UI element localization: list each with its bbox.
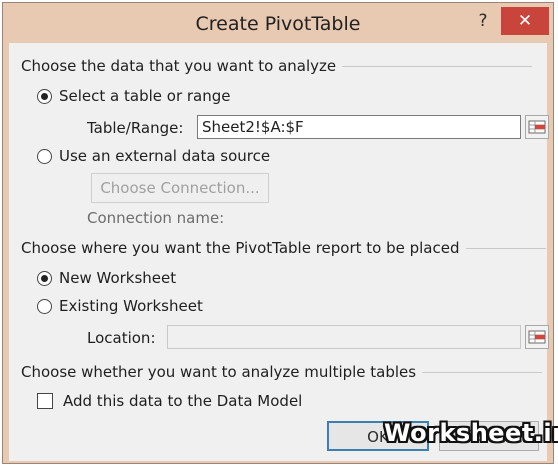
data-model-checkbox-label: Add this data to the Data Model [63, 392, 303, 410]
location-label: Location: [87, 329, 156, 347]
help-button[interactable]: ? [469, 9, 497, 33]
connection-name-label: Connection name: [87, 209, 225, 227]
close-icon: ✕ [517, 11, 533, 31]
data-model-checkbox[interactable] [37, 393, 53, 409]
title-bar[interactable]: Create PivotTable ? ✕ [3, 3, 553, 43]
radio-select-table-label: Select a table or range [59, 87, 231, 105]
collapse-dialog-icon [528, 330, 546, 344]
radio-external-source-label: Use an external data source [59, 147, 271, 165]
create-pivottable-dialog: Create PivotTable ? ✕ Choose the data th… [2, 2, 554, 464]
table-range-input[interactable]: Sheet2!$A:$F [197, 115, 521, 139]
radio-button-selected[interactable] [37, 270, 52, 286]
data-section-heading: Choose the data that you want to analyze [21, 57, 533, 75]
placement-section-heading: Choose where you want the PivotTable rep… [21, 239, 546, 257]
radio-new-worksheet-label: New Worksheet [59, 269, 177, 287]
location-input[interactable] [167, 325, 521, 349]
radio-button[interactable] [37, 148, 52, 164]
table-range-label: Table/Range: [87, 119, 184, 137]
multiple-tables-section-heading: Choose whether you want to analyze multi… [21, 363, 543, 381]
radio-existing-worksheet-label: Existing Worksheet [59, 297, 203, 315]
radio-button[interactable] [37, 298, 52, 314]
location-select-button[interactable] [525, 325, 549, 349]
worksheet-watermark: Worksheet.ir [384, 419, 558, 447]
close-button[interactable]: ✕ [501, 7, 549, 35]
radio-select-table[interactable]: Select a table or range [37, 87, 231, 105]
help-icon: ? [478, 11, 488, 31]
table-range-select-button[interactable] [525, 115, 549, 139]
radio-button-selected[interactable] [37, 88, 52, 104]
radio-external-source[interactable]: Use an external data source [37, 147, 270, 165]
data-model-checkbox-row[interactable]: Add this data to the Data Model [37, 392, 302, 410]
choose-connection-button[interactable]: Choose Connection... [91, 173, 269, 203]
dialog-body: Choose the data that you want to analyze… [9, 43, 549, 461]
collapse-dialog-icon [528, 120, 546, 134]
radio-existing-worksheet[interactable]: Existing Worksheet [37, 297, 203, 315]
radio-new-worksheet[interactable]: New Worksheet [37, 269, 176, 287]
